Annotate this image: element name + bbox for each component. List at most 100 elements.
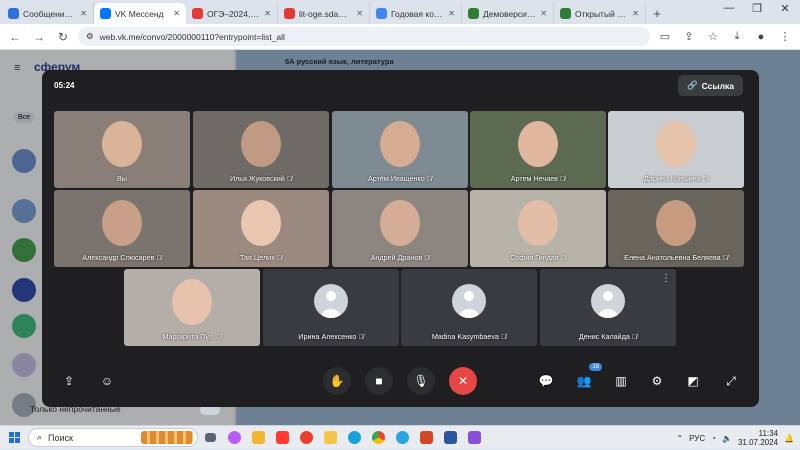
notifications-icon[interactable]: 🔔 — [784, 434, 794, 443]
participant-tile[interactable]: Ирина Алексенко 🎙̸ — [263, 269, 399, 346]
back-icon[interactable]: ← — [6, 30, 24, 44]
picture-in-picture-icon[interactable]: ◩ — [679, 367, 707, 395]
tab-favicon-icon — [192, 8, 203, 19]
participant-video — [241, 121, 281, 167]
browser-tab[interactable]: Годовая контро ✕ — [370, 3, 462, 24]
raise-hand-button[interactable]: ✋ — [323, 367, 351, 395]
browser-tab[interactable]: lit-oge.sdamgia ✕ — [278, 3, 370, 24]
tab-close-icon[interactable]: ✕ — [448, 9, 455, 18]
camera-toggle-button[interactable]: ■ — [365, 367, 393, 395]
fullscreen-icon[interactable]: ⤢ — [717, 367, 745, 395]
browser-tab[interactable]: Сообщения — С ✕ — [2, 3, 94, 24]
more-options-icon[interactable]: ⋮ — [661, 274, 671, 284]
profile-icon[interactable]: ● — [752, 31, 770, 43]
participant-video — [102, 121, 142, 167]
copilot-icon[interactable] — [223, 428, 245, 448]
yandex-icon[interactable] — [271, 428, 293, 448]
tab-close-icon[interactable]: ✕ — [173, 9, 180, 18]
close-window-button[interactable]: ✕ — [772, 2, 798, 15]
app-icon[interactable] — [463, 428, 485, 448]
participant-name: Вы — [117, 174, 127, 183]
new-tab-button[interactable]: + — [646, 3, 668, 24]
tab-close-icon[interactable]: ✕ — [264, 9, 271, 18]
screen-share-icon[interactable]: ⇪ — [55, 367, 83, 395]
participant-name: София Гиндая — [510, 253, 559, 262]
forward-icon[interactable]: → — [30, 30, 48, 44]
copy-link-button[interactable]: 🔗 Ссылка — [678, 75, 743, 96]
bookmark-star-icon[interactable]: ☆ — [704, 30, 722, 43]
participant-tile[interactable]: ⋮ Денис Калайда 🎙̸ — [540, 269, 676, 346]
participant-tile[interactable]: Madina Kasymbaeva 🎙̸ — [401, 269, 537, 346]
participant-tile[interactable]: Вы — [54, 111, 190, 188]
tab-close-icon[interactable]: ✕ — [356, 9, 363, 18]
menu-icon[interactable]: ⋮ — [776, 30, 794, 43]
edge-icon[interactable] — [343, 428, 365, 448]
chevron-up-icon[interactable]: ⌃ — [676, 434, 683, 443]
participant-name: Артем Нечаев — [510, 174, 559, 183]
search-highlight-image — [141, 431, 193, 444]
task-view-icon[interactable] — [199, 428, 221, 448]
site-info-icon[interactable]: ⚙ — [86, 31, 94, 42]
muted-mic-icon: 🎙̸ — [631, 334, 638, 341]
share-icon[interactable]: ⇪ — [680, 30, 698, 43]
browser-tab[interactable]: Открытый бан ✕ — [554, 3, 646, 24]
chrome-icon[interactable] — [367, 428, 389, 448]
wifi-icon[interactable]: ◔ — [711, 434, 716, 443]
clock-time: 11:34 — [758, 429, 779, 438]
muted-mic-icon: 🎙̸ — [286, 176, 293, 183]
participant-name: Артём Иващенко — [367, 174, 425, 183]
powerpoint-icon[interactable] — [415, 428, 437, 448]
participant-tile[interactable]: Илья Жуковский 🎙̸ — [193, 111, 329, 188]
participant-video — [518, 121, 558, 167]
participant-tile[interactable]: Александр Слюсарев 🎙̸ — [54, 190, 190, 267]
minimize-button[interactable]: — — [716, 2, 742, 14]
tab-close-icon[interactable]: ✕ — [632, 9, 639, 18]
volume-icon[interactable]: 🔈 — [722, 434, 732, 443]
yandex-browser-icon[interactable] — [295, 428, 317, 448]
participant-tile[interactable]: София Гиндая 🎙̸ — [470, 190, 606, 267]
participant-tile[interactable]: Артём Иващенко 🎙̸ — [332, 111, 468, 188]
participant-tile[interactable]: Артем Нечаев 🎙̸ — [470, 111, 606, 188]
end-call-button[interactable]: ✕ — [449, 367, 477, 395]
file-explorer-icon[interactable] — [247, 428, 269, 448]
participant-tile[interactable]: Дарина Коншина 🎙̸ — [608, 111, 744, 188]
clock[interactable]: 11:34 31.07.2024 — [738, 429, 778, 447]
telegram-icon[interactable] — [391, 428, 413, 448]
participants-button[interactable]: 👥 18 — [570, 363, 602, 395]
start-button[interactable] — [0, 426, 28, 450]
tab-favicon-icon — [8, 8, 19, 19]
reload-icon[interactable]: ↻ — [54, 30, 72, 44]
word-icon[interactable] — [439, 428, 461, 448]
effects-icon[interactable]: ☺ — [93, 367, 121, 395]
participant-video — [656, 121, 696, 167]
downloads-icon[interactable]: ⤓ — [728, 30, 746, 43]
microphone-toggle-button[interactable]: 🎙 — [407, 367, 435, 395]
close-icon: ✕ — [457, 374, 469, 388]
participant-video — [241, 200, 281, 246]
tab-close-icon[interactable]: ✕ — [540, 9, 547, 18]
participant-tile[interactable]: Маргарита Пу... 🎙̸ — [124, 269, 260, 346]
url-field[interactable]: ⚙ web.vk.me/convo/2000000110?entrypoint=… — [78, 27, 650, 46]
folder-icon[interactable] — [319, 428, 341, 448]
tab-label: Сообщения — С — [23, 8, 76, 19]
muted-mic-icon: 🎙̸ — [276, 255, 283, 262]
participant-tile[interactable]: Елена Анатольевна Беляева 🎙̸ — [608, 190, 744, 267]
browser-tab[interactable]: VK Мессенд ✕ — [94, 3, 186, 24]
participant-name-row: Madina Kasymbaeva 🎙̸ — [401, 332, 537, 341]
lang-indicator[interactable]: РУС — [689, 434, 705, 443]
browser-tab[interactable]: ОГЭ–2024, лите ✕ — [186, 3, 278, 24]
tab-close-icon[interactable]: ✕ — [80, 9, 87, 18]
search-icon: ⌕ — [37, 432, 43, 442]
taskbar-search[interactable]: ⌕ Поиск — [28, 428, 198, 447]
tab-favicon-icon — [284, 8, 295, 19]
windows-logo-icon — [8, 432, 20, 443]
browser-tab[interactable]: Демоверсии, сп ✕ — [462, 3, 554, 24]
layout-icon[interactable]: ▥ — [607, 367, 635, 395]
settings-gear-icon[interactable]: ⚙ — [643, 367, 671, 395]
chat-icon[interactable]: 💬 — [532, 367, 560, 395]
participant-tile[interactable]: Тая Целих 🎙̸ — [193, 190, 329, 267]
participants-icon: 👥 — [576, 374, 592, 388]
maximize-button[interactable]: ❐ — [744, 2, 770, 15]
cast-icon[interactable]: ▭ — [656, 30, 674, 43]
participant-tile[interactable]: Андрей Дранов 🎙̸ — [332, 190, 468, 267]
